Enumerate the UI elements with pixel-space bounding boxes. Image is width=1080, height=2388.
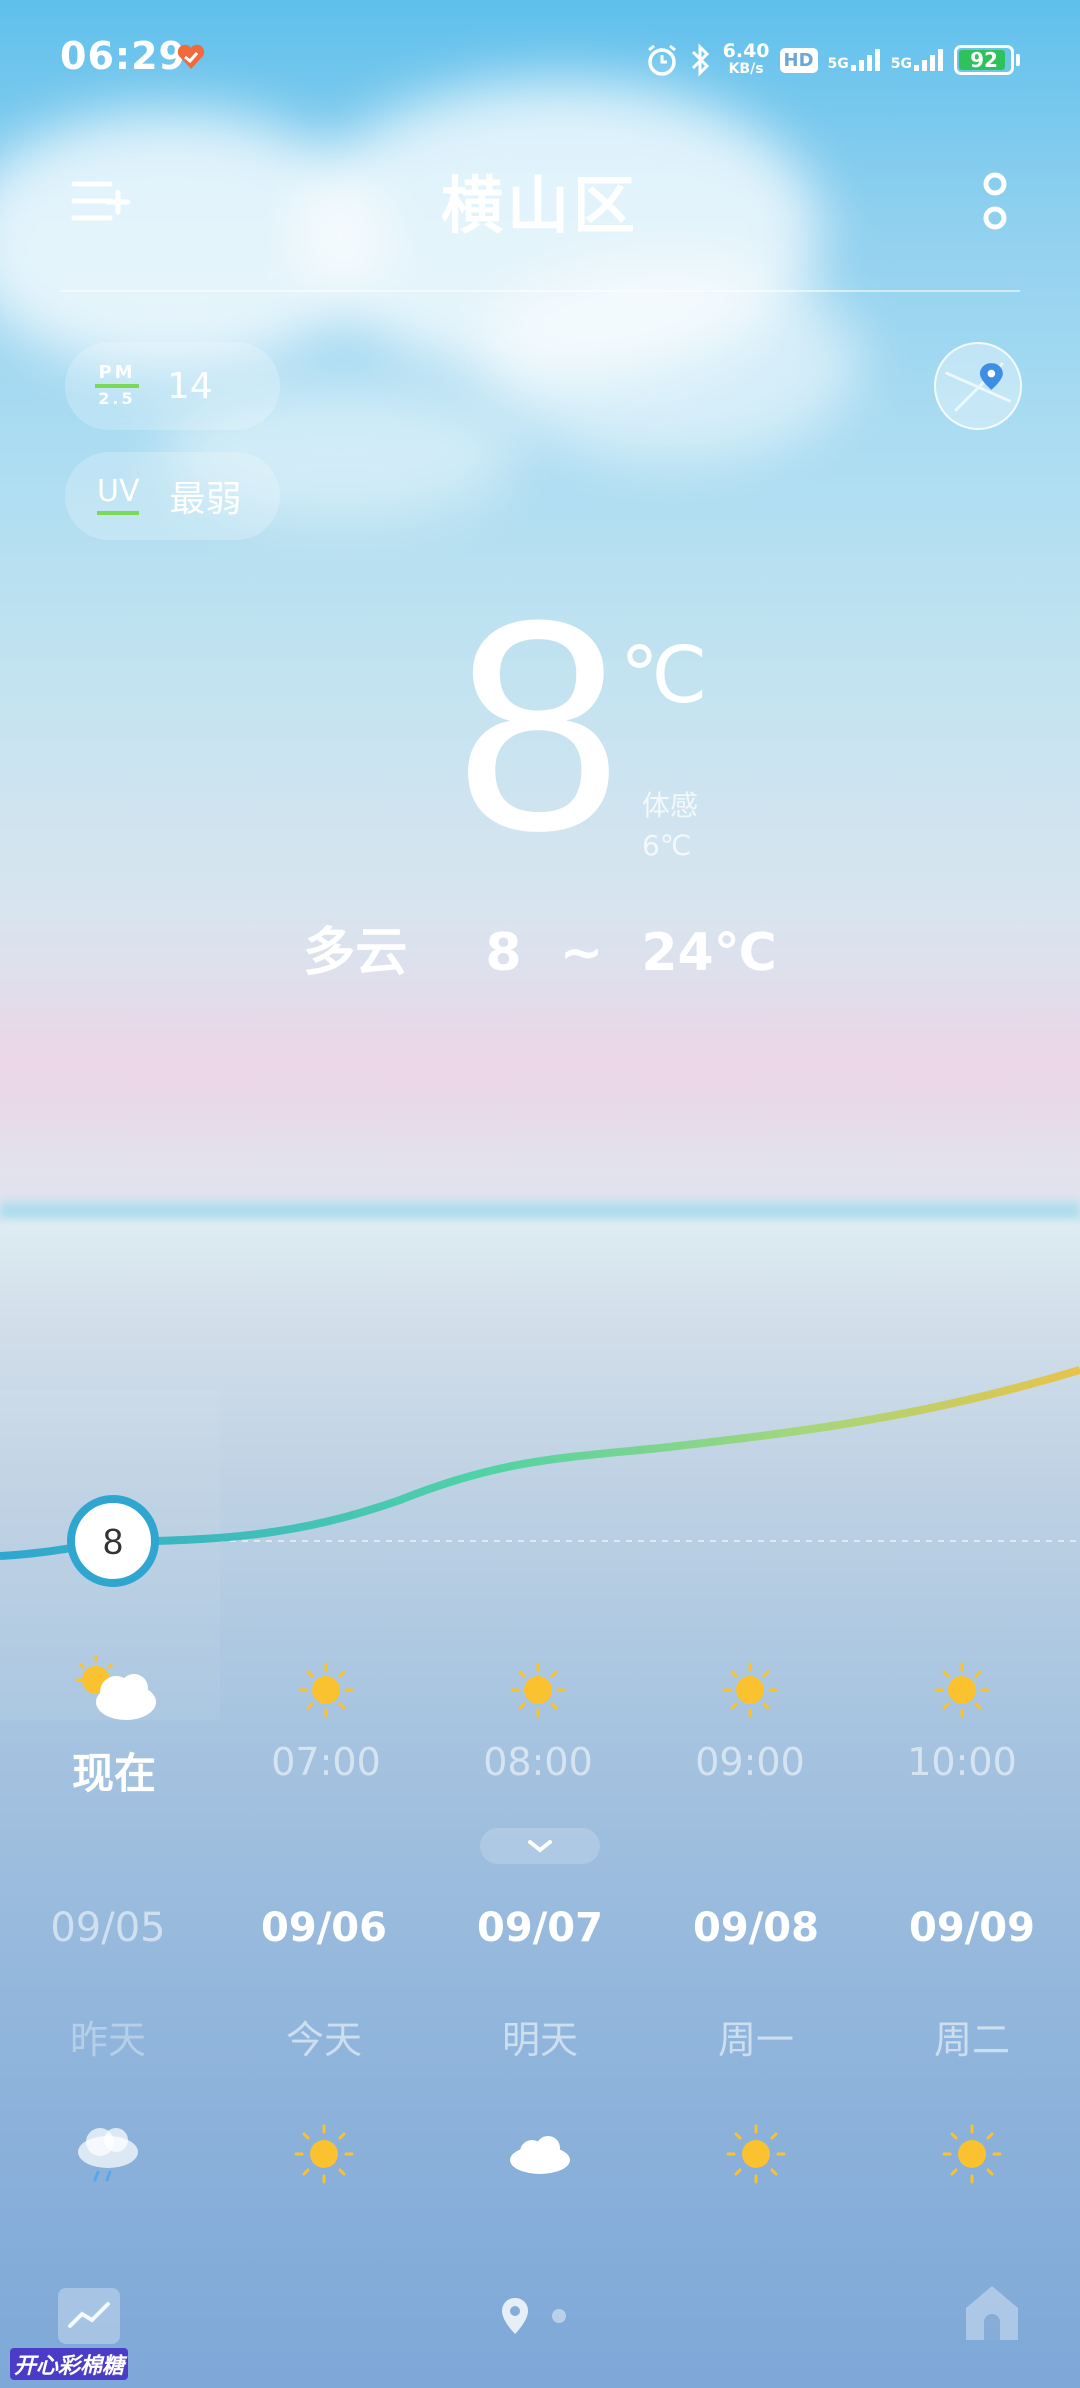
temperature-line [0, 1366, 1080, 1560]
hour-item-now[interactable]: 现在 [14, 1650, 214, 1801]
battery-tip [1016, 54, 1020, 66]
battery-indicator: 92 [954, 45, 1014, 75]
temperature-range: 8 ~ 24℃ [485, 923, 777, 983]
condition-text: 多云 [303, 923, 408, 983]
rain-cloud-icon [78, 2128, 138, 2182]
pm25-icon: PM 2.5 [95, 364, 139, 408]
day-date: 09/09 [909, 1905, 1035, 1951]
day-name: 明天 [501, 2018, 578, 2062]
uv-indicator [97, 511, 140, 515]
pm25-indicator [95, 384, 139, 388]
city-title[interactable]: 横山区 [0, 155, 1080, 245]
sun-icon [934, 1662, 990, 1718]
network-speed-unit: KB/s [728, 61, 764, 77]
sim2-label: 5G [890, 56, 912, 72]
day-date: 09/08 [693, 1905, 819, 1951]
cloud-icon [510, 2136, 570, 2174]
day-name: 今天 [285, 2018, 362, 2062]
feels-like: 体感 6℃ [642, 786, 698, 866]
day-name: 昨天 [69, 2018, 146, 2062]
uv-value: 最弱 [169, 479, 242, 520]
network-speed: 6.40 KB/s [723, 42, 770, 78]
status-icons: 6.40 KB/s HD 5G 5G 92 [645, 38, 1020, 82]
sim1-label: 5G [827, 56, 849, 72]
hour-item[interactable]: 09:00 [650, 1650, 850, 1784]
day-name: 周一 [717, 2018, 794, 2062]
hour-label: 07:00 [271, 1740, 381, 1784]
bluetooth-icon [691, 43, 709, 77]
condition-summary: 多云 8 ~ 24℃ [0, 910, 1080, 985]
uv-icon: UV [97, 474, 140, 515]
day-item[interactable]: 09/07 明天 [440, 1905, 640, 2194]
hour-item[interactable]: 07:00 [226, 1650, 426, 1784]
pm25-label-top: PM [98, 362, 136, 383]
hour-item[interactable]: 10:00 [862, 1650, 1062, 1784]
sun-icon [942, 2124, 1002, 2184]
hour-label: 现在 [71, 1749, 156, 1798]
hour-label: 08:00 [483, 1740, 593, 1784]
uv-label: UV [97, 474, 140, 509]
chevron-down-icon [528, 1840, 552, 1853]
heart-icon [177, 44, 205, 69]
current-temperature: 8 [455, 557, 622, 893]
trend-button[interactable] [58, 2288, 120, 2344]
header-divider [60, 290, 1020, 292]
pm25-value: 14 [167, 365, 213, 407]
day-item[interactable]: 09/06 今天 [224, 1905, 424, 2194]
day-item[interactable]: 09/08 周一 [656, 1905, 856, 2194]
clock: 06:29 [60, 34, 186, 78]
horizon-line [0, 1195, 1080, 1235]
network-speed-value: 6.40 [722, 40, 770, 62]
feels-like-label: 体感 [642, 789, 699, 822]
temperature-unit: ℃ [620, 631, 708, 719]
sky-band [0, 960, 1080, 1160]
page-dot[interactable] [552, 2309, 566, 2323]
day-date: 09/06 [261, 1905, 387, 1951]
hour-item[interactable]: 08:00 [438, 1650, 638, 1784]
page-indicator [500, 2296, 566, 2336]
weather-app: 06:29 6.40 KB/s HD 5G 5G 92 横山区 PM 2.5 1… [0, 0, 1080, 2388]
sim2-signal: 5G [891, 49, 944, 71]
now-temp-value: 8 [103, 1521, 123, 1562]
sun-icon [298, 1662, 354, 1718]
status-bar: 06:29 6.40 KB/s HD 5G 5G 92 [0, 30, 1080, 90]
more-vertical-icon[interactable] [970, 168, 1020, 238]
sim1-signal: 5G [828, 49, 881, 71]
day-date: 09/07 [477, 1905, 603, 1951]
day-date: 09/05 [50, 1905, 166, 1951]
battery-level: 92 [970, 48, 998, 72]
hour-label: 10:00 [907, 1740, 1017, 1784]
watermark-text: 开心彩棉糖 [10, 2348, 129, 2380]
hourly-temperature-curve: 8 [0, 1366, 1080, 1587]
signal-icon [850, 49, 880, 71]
sun-icon [294, 2124, 354, 2184]
sun-icon [726, 2124, 786, 2184]
trend-chart-icon [68, 2302, 110, 2328]
day-item[interactable]: 09/05 昨天 [8, 1905, 208, 2194]
feels-like-value: 6℃ [642, 829, 692, 862]
signal-icon [914, 49, 943, 71]
map-location-icon[interactable] [934, 342, 1022, 430]
sun-icon [722, 1662, 778, 1718]
day-item[interactable]: 09/09 周二 [872, 1905, 1072, 2194]
uv-chip[interactable]: UV 最弱 [65, 452, 280, 540]
hour-label: 09:00 [695, 1740, 805, 1784]
day-name: 周二 [933, 2018, 1010, 2062]
pm25-label-bottom: 2.5 [98, 389, 136, 408]
alarm-icon [647, 44, 676, 76]
sun-icon [510, 1662, 566, 1718]
partly-cloudy-icon [76, 1656, 156, 1720]
hd-badge: HD [779, 47, 818, 73]
expand-button[interactable] [480, 1828, 600, 1864]
pm25-chip[interactable]: PM 2.5 14 [65, 342, 280, 430]
location-pin-icon[interactable] [500, 2296, 530, 2336]
home-icon[interactable] [962, 2282, 1022, 2344]
